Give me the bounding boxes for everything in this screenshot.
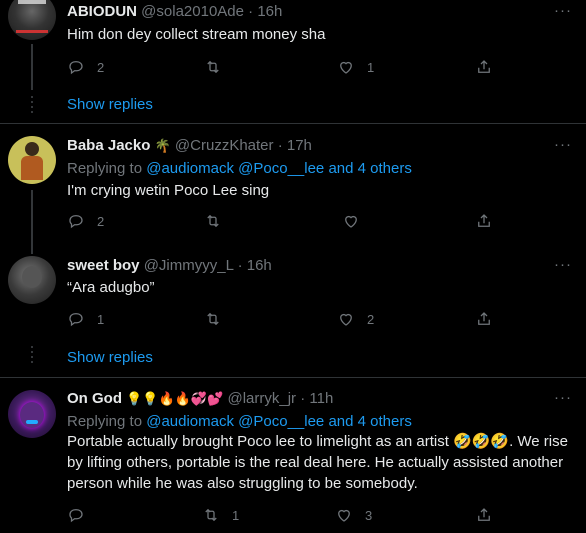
retweet-icon — [207, 60, 219, 74]
name-emoji: 🌴 — [154, 138, 171, 154]
reply-button[interactable]: 2 — [67, 212, 104, 230]
like-button[interactable]: 1 — [337, 58, 374, 76]
retweet-button[interactable] — [204, 212, 234, 230]
more-options-button[interactable]: ··· — [554, 389, 572, 406]
display-name[interactable]: On God — [67, 390, 122, 407]
thread-line — [31, 44, 33, 90]
like-button[interactable]: 3 — [335, 506, 372, 524]
tweet-header: ABIODUN @sola2010Ade · 16h — [67, 3, 282, 20]
more-options-button[interactable]: ··· — [554, 136, 572, 153]
like-button[interactable] — [342, 212, 372, 230]
tweet-baba-jacko: Baba Jacko 🌴 @CruzzKhater · 17h ··· Repl… — [0, 124, 586, 254]
user-handle[interactable]: @larryk_jr — [227, 390, 296, 407]
retweet-button[interactable]: 1 — [202, 506, 239, 524]
reply-icon — [69, 61, 83, 75]
tweet-actions: 2 1 — [67, 58, 497, 80]
share-icon — [478, 214, 490, 227]
share-button[interactable] — [475, 506, 493, 524]
retweet-count: 1 — [232, 507, 240, 523]
separator-dot: · — [277, 137, 283, 154]
show-replies-link[interactable]: Show replies — [67, 349, 153, 366]
avatar[interactable] — [8, 136, 56, 184]
retweet-icon — [207, 214, 219, 228]
tweet-abiodun: ABIODUN @sola2010Ade · 16h ··· Him don d… — [0, 0, 586, 124]
reply-button[interactable]: 2 — [67, 58, 104, 76]
user-handle[interactable]: @Jimmyyy_L — [144, 257, 234, 274]
heart-icon — [340, 313, 352, 326]
heart-icon — [345, 215, 357, 228]
more-options-button[interactable]: ··· — [554, 256, 572, 273]
display-name[interactable]: sweet boy — [67, 257, 140, 274]
reply-count: 2 — [97, 59, 105, 75]
display-name[interactable]: Baba Jacko — [67, 137, 150, 154]
avatar[interactable] — [8, 0, 56, 40]
share-icon — [478, 60, 490, 73]
replying-to: Replying to @audiomack @Poco__lee and 4 … — [67, 413, 412, 430]
reply-count: 2 — [97, 213, 105, 229]
reply-button[interactable] — [67, 506, 97, 524]
retweet-button[interactable] — [204, 310, 234, 328]
tweet-header: sweet boy @Jimmyyy_L · 16h — [67, 257, 272, 274]
like-count: 2 — [367, 311, 375, 327]
like-count: 3 — [365, 507, 373, 523]
tweet-header: On God 💡💡🔥🔥💞💕 @larryk_jr · 11h — [67, 390, 333, 407]
user-handle[interactable]: @sola2010Ade — [141, 3, 244, 20]
tweet-actions: 1 2 — [67, 310, 497, 332]
reply-count: 1 — [97, 311, 105, 327]
show-replies-link[interactable]: Show replies — [67, 96, 153, 113]
share-button[interactable] — [475, 212, 493, 230]
user-handle[interactable]: @CruzzKhater — [175, 137, 274, 154]
retweet-icon — [205, 508, 217, 522]
separator-dot: · — [248, 3, 254, 20]
thread-dots — [31, 96, 33, 114]
share-icon — [478, 312, 490, 325]
share-button[interactable] — [475, 58, 493, 76]
tweet-on-god: On God 💡💡🔥🔥💞💕 @larryk_jr · 11h ··· Reply… — [0, 378, 586, 533]
replying-to-link[interactable]: @audiomack @Poco__lee and 4 others — [146, 413, 412, 430]
tweet-text: Him don dey collect stream money sha — [67, 26, 326, 43]
thread-dots — [31, 346, 33, 364]
timestamp[interactable]: 17h — [287, 137, 312, 154]
timestamp[interactable]: 16h — [257, 3, 282, 20]
separator-dot: · — [237, 257, 243, 274]
tweet-actions: 1 3 — [67, 506, 497, 528]
avatar[interactable] — [8, 256, 56, 304]
thread-line — [31, 190, 33, 254]
tweet-text: I'm crying wetin Poco Lee sing — [67, 182, 270, 199]
like-count: 1 — [367, 59, 375, 75]
name-emoji: 💡💡🔥🔥💞💕 — [126, 391, 224, 407]
separator-dot: · — [300, 390, 306, 407]
replying-prefix: Replying to — [67, 160, 147, 177]
heart-icon — [338, 509, 350, 522]
tweet-text: Portable actually brought Poco lee to li… — [67, 433, 568, 492]
reply-icon — [69, 509, 83, 523]
retweet-icon — [207, 312, 219, 326]
replying-prefix: Replying to — [67, 413, 147, 430]
reply-button[interactable]: 1 — [67, 310, 104, 328]
reply-icon — [69, 313, 83, 327]
timestamp[interactable]: 16h — [247, 257, 272, 274]
share-icon — [478, 508, 490, 521]
share-button[interactable] — [475, 310, 493, 328]
more-options-button[interactable]: ··· — [554, 2, 572, 19]
timestamp[interactable]: 11h — [309, 390, 333, 407]
tweet-sweet-boy: sweet boy @Jimmyyy_L · 16h ··· “Ara adug… — [0, 252, 586, 378]
like-button[interactable]: 2 — [337, 310, 374, 328]
replying-to-link[interactable]: @audiomack @Poco__lee and 4 others — [146, 160, 412, 177]
retweet-button[interactable] — [204, 58, 234, 76]
tweet-actions: 2 — [67, 212, 497, 234]
heart-icon — [340, 61, 352, 74]
display-name[interactable]: ABIODUN — [67, 3, 137, 20]
tweet-text: “Ara adugbo” — [67, 279, 155, 296]
replying-to: Replying to @audiomack @Poco__lee and 4 … — [67, 160, 412, 177]
tweet-header: Baba Jacko 🌴 @CruzzKhater · 17h — [67, 137, 312, 154]
reply-icon — [69, 215, 83, 229]
avatar[interactable] — [8, 390, 56, 438]
